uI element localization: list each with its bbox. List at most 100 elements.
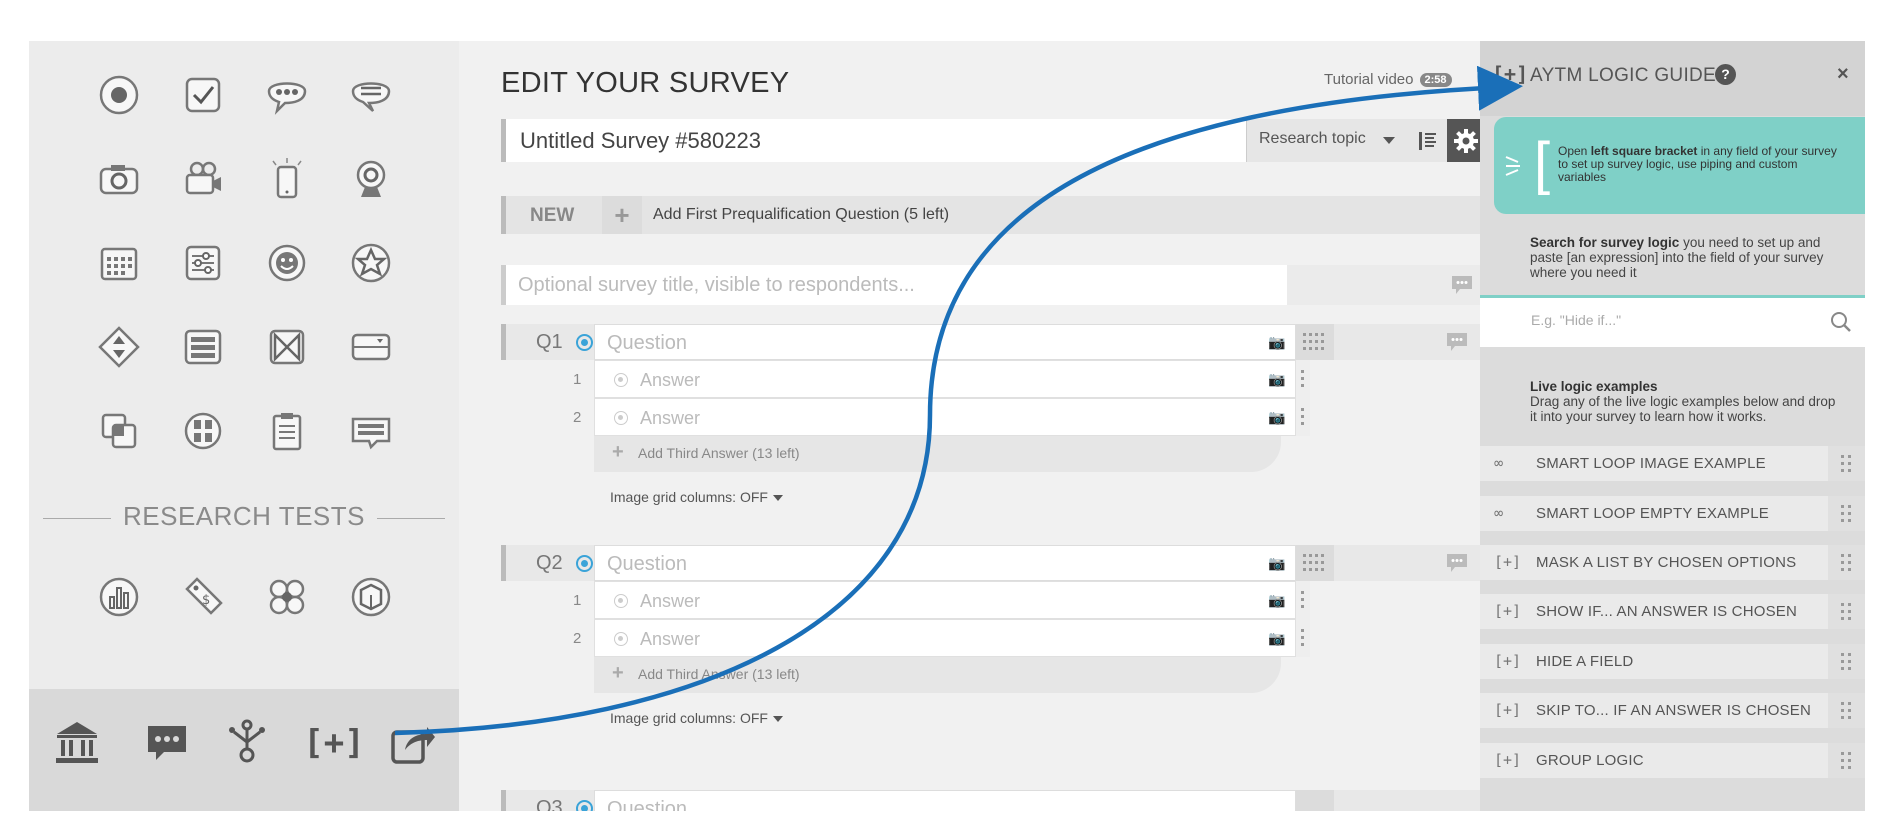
tutorial-video-link[interactable]: Tutorial video 2:58 <box>1324 71 1452 88</box>
concept-icon[interactable] <box>263 573 311 621</box>
export-icon[interactable] <box>384 715 440 771</box>
logic-example-item[interactable]: ∞ SMART LOOP IMAGE EXAMPLE <box>1480 446 1865 481</box>
logic-bracket-icon[interactable]: [+] <box>299 715 369 771</box>
camera-icon[interactable]: 📷 <box>1268 409 1285 426</box>
add-prequalification-link[interactable]: Add First Prequalification Question (5 l… <box>653 206 949 224</box>
logic-example-item[interactable]: [+] GROUP LOGIC <box>1480 743 1865 778</box>
logic-example-label: SMART LOOP IMAGE EXAMPLE <box>1536 455 1766 472</box>
chat-dots-icon[interactable] <box>263 71 311 119</box>
survey-name-input[interactable]: Untitled Survey #580223 <box>520 128 761 154</box>
camera-icon[interactable]: 📷 <box>1268 334 1285 351</box>
logic-example-item[interactable]: [+] SKIP TO... IF AN ANSWER IS CHOSEN <box>1480 693 1865 728</box>
logic-example-item[interactable]: [+] SHOW IF... AN ANSWER IS CHOSEN <box>1480 594 1865 629</box>
video-duration-badge: 2:58 <box>1419 72 1452 87</box>
answer-placeholder: Answer <box>640 370 701 390</box>
image-grid-columns-select[interactable]: Image grid columns: OFF <box>610 489 783 505</box>
drag-grid-icon[interactable] <box>1296 324 1334 360</box>
drag-handle-icon[interactable] <box>1296 619 1310 657</box>
price-tag-icon[interactable]: $ <box>179 573 227 621</box>
logic-search-input[interactable]: E.g. "Hide if..." <box>1480 295 1865 347</box>
answer-input[interactable]: Answer 📷 <box>594 398 1296 436</box>
smiley-icon[interactable] <box>263 239 311 287</box>
question-input[interactable]: Question 📷 <box>594 324 1296 360</box>
camera-icon[interactable] <box>95 155 143 203</box>
camera-icon[interactable]: 📷 <box>1268 555 1285 572</box>
dropdown-icon[interactable] <box>347 323 395 371</box>
comment-icon[interactable] <box>1446 332 1468 352</box>
comment-icon[interactable] <box>1446 553 1468 573</box>
close-icon[interactable]: × <box>1837 63 1849 86</box>
search-icon[interactable] <box>1830 311 1852 333</box>
question-placeholder: Question <box>607 798 688 811</box>
clipboard-icon[interactable] <box>263 407 311 455</box>
chat-lines-icon[interactable] <box>347 71 395 119</box>
star-icon[interactable] <box>347 239 395 287</box>
mobile-icon[interactable] <box>263 155 311 203</box>
bank-icon[interactable] <box>49 715 105 771</box>
logic-example-item[interactable]: [+] HIDE A FIELD <box>1480 644 1865 679</box>
radio-icon[interactable] <box>95 71 143 119</box>
chevron-down-icon <box>1383 137 1395 144</box>
answer-number: 2 <box>573 409 582 426</box>
logic-example-item[interactable]: ∞ SMART LOOP EMPTY EXAMPLE <box>1480 496 1865 531</box>
image-grid-columns-select[interactable]: Image grid columns: OFF <box>610 710 783 726</box>
answer-placeholder: Answer <box>640 408 701 428</box>
comment-icon[interactable] <box>139 715 195 771</box>
webcam-icon[interactable] <box>347 155 395 203</box>
link-icon: ∞ <box>1494 454 1504 472</box>
drag-handle-icon[interactable] <box>1296 581 1310 619</box>
drag-grid-icon[interactable] <box>1828 743 1865 778</box>
drag-grid-icon[interactable] <box>1828 693 1865 728</box>
prequalification-row: NEW + Add First Prequalification Questio… <box>501 196 1480 234</box>
research-tests-heading: RESEARCH TESTS <box>29 501 459 532</box>
optional-title-input[interactable]: Optional survey title, visible to respon… <box>518 274 915 297</box>
logic-example-item[interactable]: [+] MASK A LIST BY CHOSEN OPTIONS <box>1480 545 1865 580</box>
drag-grid-icon[interactable] <box>1828 594 1865 629</box>
answer-input[interactable]: Answer 📷 <box>594 619 1296 657</box>
checkbox-icon[interactable] <box>179 71 227 119</box>
camera-icon[interactable]: 📷 <box>1268 371 1285 388</box>
rank-arrows-icon[interactable] <box>95 323 143 371</box>
branch-icon[interactable] <box>219 715 275 771</box>
drag-handle-icon[interactable] <box>1296 398 1310 436</box>
plus-icon[interactable]: + <box>602 196 642 234</box>
package-icon[interactable] <box>347 573 395 621</box>
drag-grid-icon[interactable] <box>1828 446 1865 481</box>
add-third-answer-button[interactable]: + Add Third Answer (13 left) <box>594 436 1281 472</box>
camera-icon[interactable]: 📷 <box>1268 630 1285 647</box>
answer-input[interactable]: Answer 📷 <box>594 360 1296 398</box>
comment-icon[interactable] <box>1451 275 1473 295</box>
add-third-answer-button[interactable]: + Add Third Answer (13 left) <box>594 657 1281 693</box>
video-camera-icon[interactable] <box>179 155 227 203</box>
bar-chart-icon[interactable] <box>95 573 143 621</box>
help-icon[interactable]: ? <box>1715 64 1736 85</box>
question-type-radio-icon[interactable] <box>576 555 593 572</box>
drag-drop-icon[interactable] <box>95 407 143 455</box>
calendar-grid-icon[interactable] <box>95 239 143 287</box>
research-topic-select[interactable]: Research topic <box>1246 119 1409 162</box>
outline-button[interactable] <box>1409 119 1447 162</box>
drag-grid-icon[interactable] <box>1296 790 1334 811</box>
card-sort-icon[interactable] <box>179 407 227 455</box>
drag-grid-icon[interactable] <box>1828 644 1865 679</box>
question-input[interactable]: Question <box>594 790 1296 811</box>
plus-icon: + <box>612 662 624 684</box>
question-type-radio-icon[interactable] <box>576 334 593 351</box>
camera-icon[interactable]: 📷 <box>1268 592 1285 609</box>
drag-grid-icon[interactable] <box>1296 545 1334 581</box>
drag-handle-icon[interactable] <box>1296 360 1310 398</box>
list-rows-icon[interactable] <box>179 323 227 371</box>
bowtie-icon[interactable] <box>263 323 311 371</box>
sliders-icon[interactable] <box>179 239 227 287</box>
settings-button[interactable] <box>1447 119 1480 162</box>
drag-grid-icon[interactable] <box>1828 545 1865 580</box>
logic-guide-title: AYTM LOGIC GUIDE <box>1530 65 1717 86</box>
answer-input[interactable]: Answer 📷 <box>594 581 1296 619</box>
answer-radio-icon <box>614 594 628 608</box>
drag-grid-icon[interactable] <box>1828 496 1865 531</box>
question-type-radio-icon[interactable] <box>576 800 593 811</box>
text-box-icon[interactable] <box>347 407 395 455</box>
page-title: EDIT YOUR SURVEY <box>501 67 790 99</box>
question-input[interactable]: Question 📷 <box>594 545 1296 581</box>
logic-example-label: SKIP TO... IF AN ANSWER IS CHOSEN <box>1536 702 1812 719</box>
